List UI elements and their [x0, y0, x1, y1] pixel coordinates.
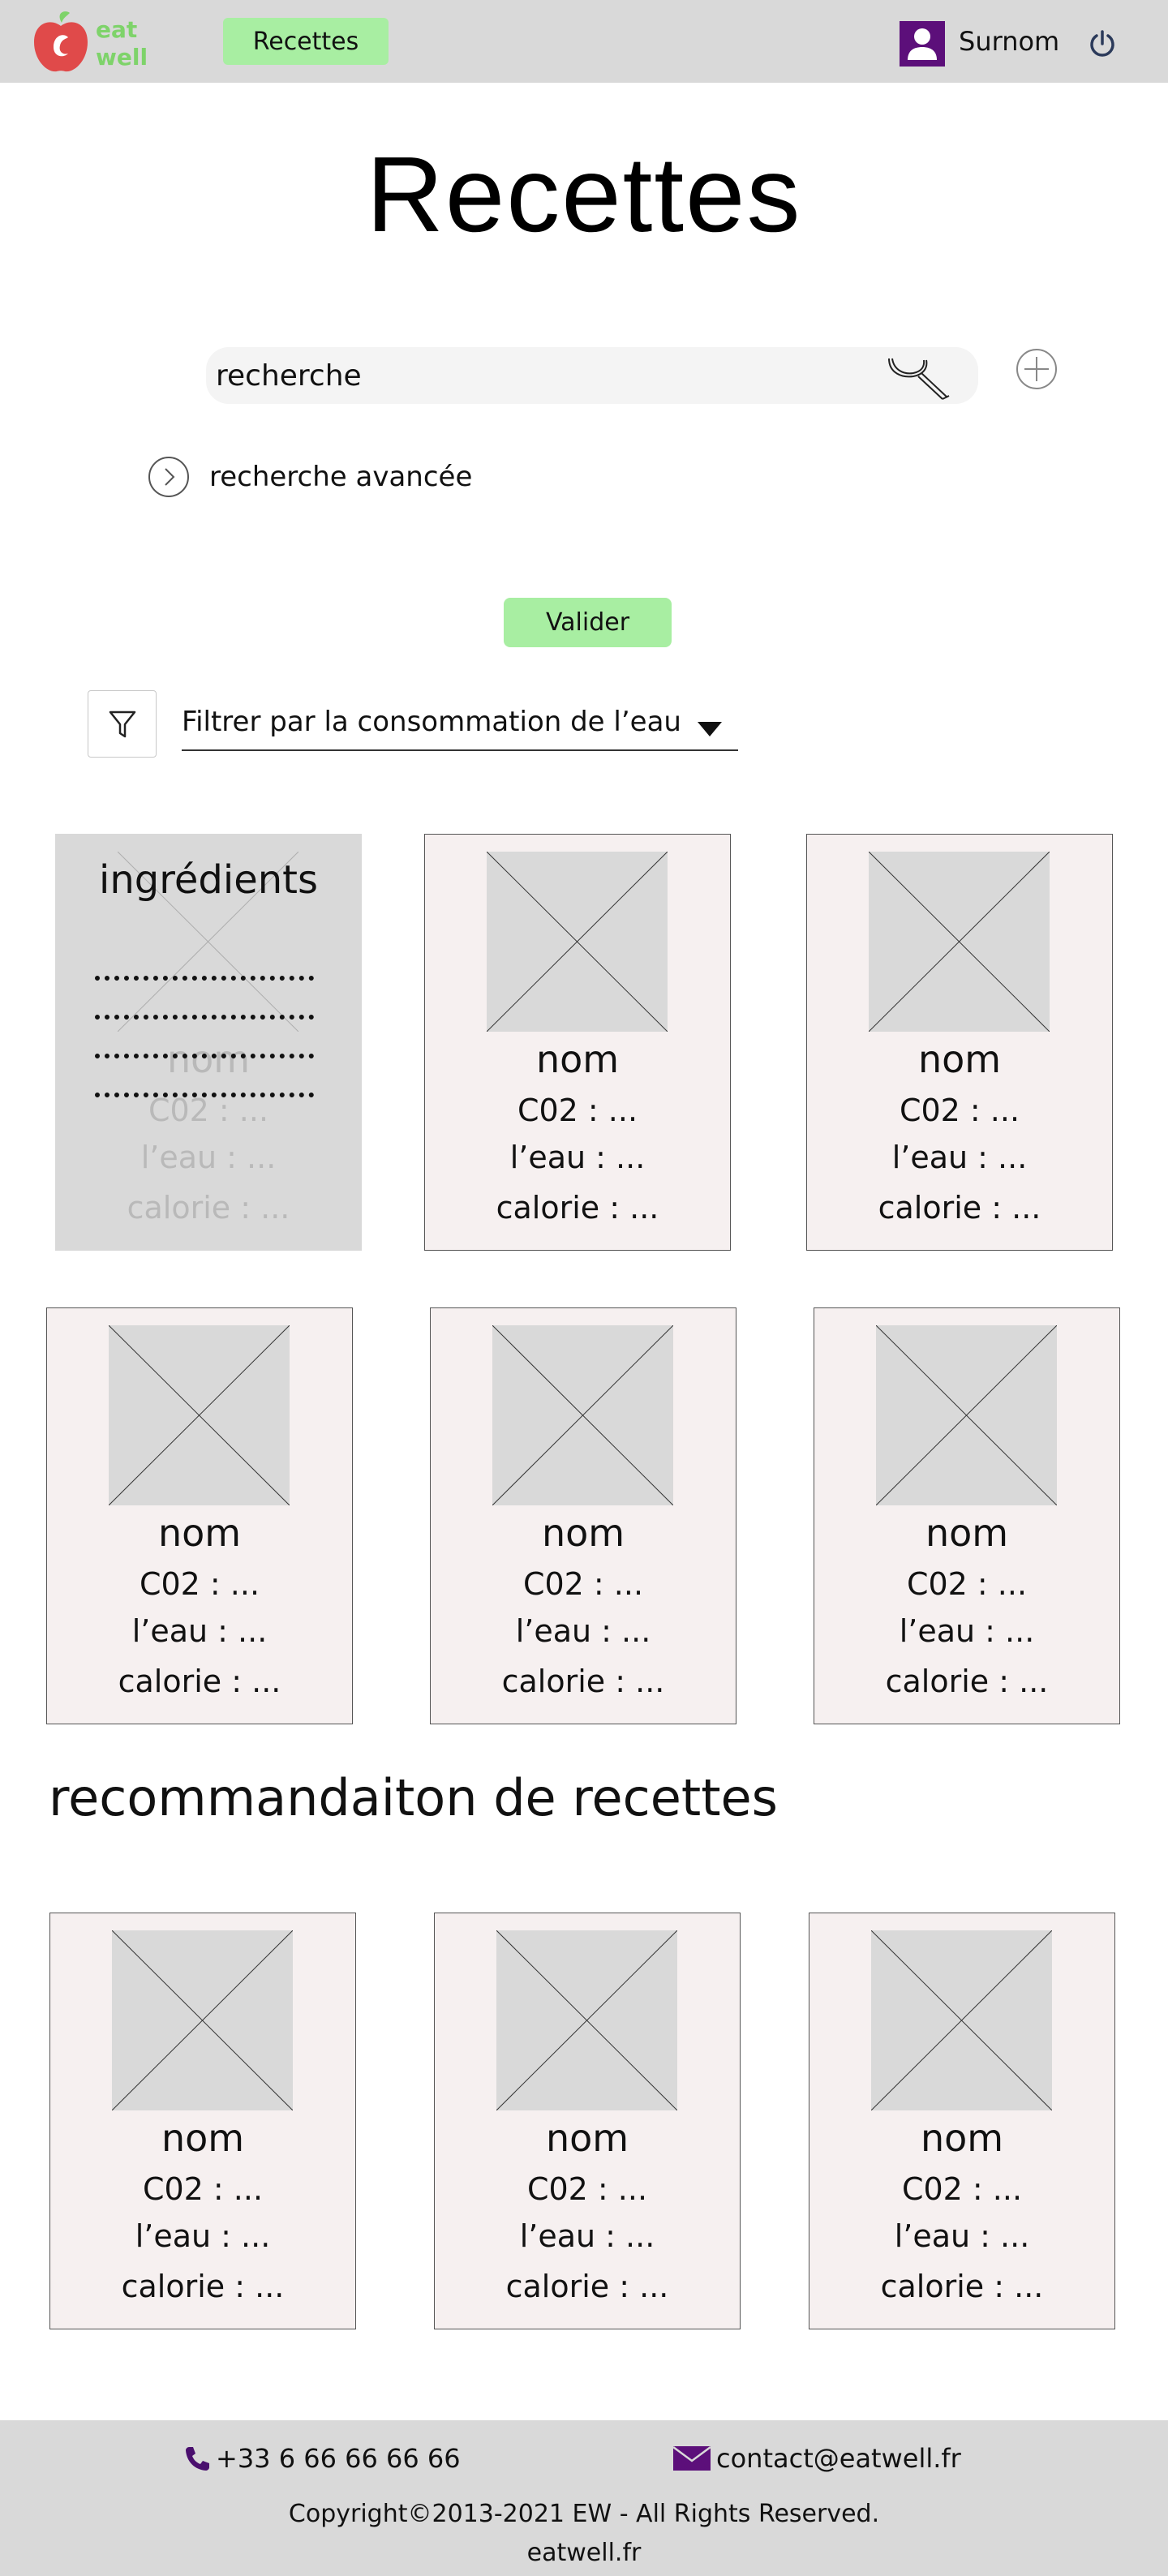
recipe-co2: C02 : ...	[522, 1566, 644, 1602]
recipe-co2: C02 : ...	[142, 2171, 264, 2207]
user-avatar-icon[interactable]	[900, 21, 945, 67]
recipe-card[interactable]: nom C02 : ... l’eau : ... calorie : ...	[806, 834, 1113, 1251]
footer-email-text: contact@eatwell.fr	[716, 2443, 961, 2474]
recipe-water: l’eau : ...	[894, 2218, 1030, 2254]
logo-text-eat: eat	[96, 16, 138, 43]
logo-text-well: well	[96, 44, 148, 71]
recipe-water: l’eau : ...	[135, 2218, 271, 2254]
recipe-calories: calorie : ...	[496, 1190, 659, 1226]
apple-logo-icon	[34, 11, 88, 72]
footer-site-link[interactable]: eatwell.fr	[0, 2539, 1168, 2567]
recipe-co2: C02 : ...	[139, 1566, 260, 1602]
recipe-card[interactable]: nom C02 : ... l’eau : ... calorie : ... …	[55, 834, 362, 1251]
footer: +33 6 66 66 66 66 contact@eatwell.fr Cop…	[0, 2420, 1168, 2576]
username[interactable]: Surnom	[959, 26, 1059, 57]
image-placeholder-icon	[112, 1930, 293, 2110]
recipe-co2: C02 : ...	[906, 1566, 1028, 1602]
filter-button[interactable]	[88, 690, 157, 758]
recipe-card[interactable]: nom C02 : ... l’eau : ... calorie : ...	[424, 834, 731, 1251]
recipe-name: nom	[545, 2116, 629, 2160]
eatwell-logo[interactable]: eat well	[31, 8, 148, 75]
recipe-water: l’eau : ...	[131, 1613, 268, 1649]
ingredient-line	[95, 1020, 314, 1058]
page-title: Recettes	[366, 135, 802, 254]
recipe-calories: calorie : ...	[127, 1190, 290, 1226]
validate-button[interactable]: Valider	[504, 598, 672, 647]
recipe-name: nom	[157, 1511, 242, 1555]
footer-phone-text: +33 6 66 66 66 66	[216, 2443, 461, 2474]
nav-recettes-button[interactable]: Recettes	[223, 18, 389, 65]
recipe-calories: calorie : ...	[501, 1664, 665, 1699]
ingredient-line	[95, 1058, 314, 1097]
search-input[interactable]	[216, 354, 865, 397]
image-placeholder-icon	[876, 1325, 1057, 1505]
mail-icon	[672, 2445, 711, 2471]
search-bar	[206, 347, 978, 404]
footer-phone[interactable]: +33 6 66 66 66 66	[183, 2443, 461, 2474]
recipe-water: l’eau : ...	[899, 1613, 1035, 1649]
recipe-co2: C02 : ...	[517, 1093, 638, 1128]
recipe-water: l’eau : ...	[515, 1613, 651, 1649]
recipe-calories: calorie : ...	[121, 2269, 285, 2304]
advanced-search-label: recherche avancée	[209, 461, 473, 493]
footer-email[interactable]: contact@eatwell.fr	[672, 2443, 961, 2474]
advanced-search-toggle[interactable]: recherche avancée	[148, 456, 472, 498]
recommended-recipe-card[interactable]: nom C02 : ... l’eau : ... calorie : ...	[809, 1913, 1115, 2329]
recommended-recipe-card[interactable]: nom C02 : ... l’eau : ... calorie : ...	[434, 1913, 741, 2329]
filter-dropdown[interactable]: Filtrer par la consommation de l’eau	[182, 702, 738, 751]
phone-icon	[186, 2447, 209, 2471]
ingredient-line	[95, 981, 314, 1020]
recipe-name: nom	[161, 2116, 245, 2160]
power-icon[interactable]	[1086, 28, 1119, 60]
recipe-name: nom	[925, 1511, 1009, 1555]
recipe-calories: calorie : ...	[118, 1664, 281, 1699]
recipe-name: nom	[917, 1037, 1002, 1081]
image-placeholder-icon	[869, 852, 1050, 1032]
user-silhouette-icon	[908, 28, 937, 60]
ingredient-line	[95, 942, 314, 981]
image-placeholder-icon	[109, 1325, 290, 1505]
footer-copyright: Copyright©2013-2021 EW - All Rights Rese…	[288, 2500, 880, 2528]
recipe-water: l’eau : ...	[140, 1140, 277, 1175]
recipe-water: l’eau : ...	[509, 1140, 646, 1175]
filter-selected-value: Filtrer par la consommation de l’eau	[182, 706, 681, 738]
logo-wordmark: eat well	[96, 16, 148, 71]
recipe-name: nom	[541, 1511, 625, 1555]
recipe-co2: C02 : ...	[526, 2171, 648, 2207]
image-placeholder-icon	[496, 1930, 677, 2110]
ingredients-list	[95, 942, 314, 1097]
image-placeholder-icon	[492, 1325, 673, 1505]
recipe-calories: calorie : ...	[880, 2269, 1044, 2304]
ingredients-title: ingrédients	[98, 857, 319, 903]
recipe-co2: C02 : ...	[148, 1093, 269, 1128]
top-header: eat well Recettes Surnom	[0, 0, 1168, 83]
recipe-name: nom	[535, 1037, 620, 1081]
recommended-recipe-card[interactable]: nom C02 : ... l’eau : ... calorie : ...	[49, 1913, 356, 2329]
recipe-card[interactable]: nom C02 : ... l’eau : ... calorie : ...	[430, 1307, 736, 1724]
dropdown-caret-icon	[698, 722, 722, 736]
recipe-card[interactable]: nom C02 : ... l’eau : ... calorie : ...	[46, 1307, 353, 1724]
recipe-calories: calorie : ...	[878, 1190, 1041, 1226]
image-placeholder-icon	[487, 852, 668, 1032]
recipe-water: l’eau : ...	[891, 1140, 1028, 1175]
recipe-name: nom	[920, 2116, 1004, 2160]
add-circle-icon[interactable]	[1015, 347, 1058, 391]
recipe-card[interactable]: nom C02 : ... l’eau : ... calorie : ...	[814, 1307, 1120, 1724]
search-icon[interactable]	[887, 349, 960, 402]
recipe-calories: calorie : ...	[505, 2269, 669, 2304]
chevron-right-circle-icon	[148, 457, 189, 497]
filter-funnel-icon	[109, 711, 135, 737]
recipe-co2: C02 : ...	[899, 1093, 1020, 1128]
recipe-co2: C02 : ...	[901, 2171, 1023, 2207]
recipe-calories: calorie : ...	[885, 1664, 1049, 1699]
image-placeholder-icon	[871, 1930, 1052, 2110]
recipe-water: l’eau : ...	[519, 2218, 655, 2254]
recommendations-title: recommandaiton de recettes	[49, 1768, 778, 1827]
